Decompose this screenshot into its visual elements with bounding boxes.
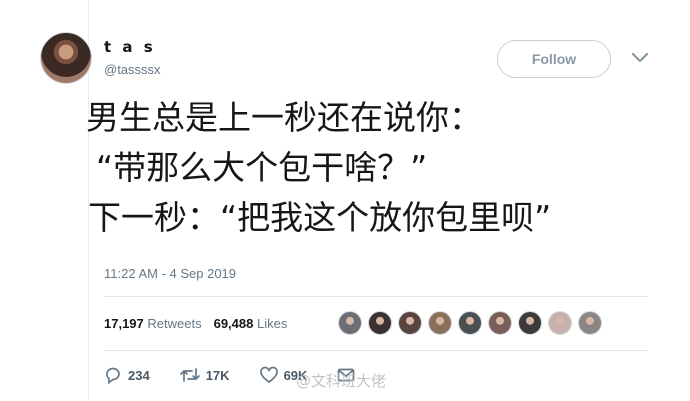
tweet-card: t a s @tassssx Follow 男生总是上一秒还在说你： “带那么大…	[0, 0, 690, 401]
liker-avatar-1[interactable]	[338, 311, 362, 335]
heart-icon	[259, 366, 278, 384]
author-handle[interactable]: @tassssx	[104, 62, 161, 77]
tweet-text-line-1: 男生总是上一秒还在说你：	[86, 98, 482, 137]
divider-bottom	[104, 350, 648, 351]
like-stat[interactable]: 69,488 Likes	[214, 316, 288, 331]
retweet-count: 17K	[205, 367, 230, 383]
author-display-name[interactable]: t a s	[104, 38, 156, 56]
liker-avatar-2[interactable]	[368, 311, 392, 335]
like-stat-label: Likes	[256, 316, 288, 331]
reply-action[interactable]: 234	[104, 366, 150, 384]
retweet-icon	[179, 368, 200, 382]
engagement-stats: 17,197 Retweets 69,488 Likes	[104, 316, 287, 331]
tweet-timestamp[interactable]: 11:22 AM - 4 Sep 2019	[104, 266, 236, 281]
tweet-text-line-2: “带那么大个包干啥？”	[96, 148, 428, 187]
liker-avatar-7[interactable]	[518, 311, 542, 335]
liker-avatar-3[interactable]	[398, 311, 422, 335]
retweet-stat[interactable]: 17,197 Retweets	[104, 316, 202, 331]
author-avatar[interactable]	[40, 32, 92, 84]
weibo-watermark: @文科班大佬	[296, 372, 387, 390]
liker-avatar-6[interactable]	[488, 311, 512, 335]
chevron-down-icon[interactable]	[630, 50, 650, 66]
liker-avatar-9[interactable]	[578, 311, 602, 335]
reply-icon	[106, 367, 120, 384]
tweet-text-line-3: 下一秒：“把我这个放你包里呗”	[88, 198, 552, 237]
liker-avatar-8[interactable]	[548, 311, 572, 335]
reply-count: 234	[128, 367, 150, 383]
liker-avatars	[338, 311, 608, 337]
divider-top	[104, 296, 648, 297]
retweet-stat-count: 17,197	[104, 316, 144, 331]
liker-avatar-4[interactable]	[428, 311, 452, 335]
liker-avatar-5[interactable]	[458, 311, 482, 335]
retweet-stat-label: Retweets	[147, 316, 202, 331]
follow-button[interactable]: Follow	[497, 40, 611, 78]
retweet-action[interactable]: 17K	[179, 366, 230, 384]
like-stat-count: 69,488	[213, 316, 254, 331]
